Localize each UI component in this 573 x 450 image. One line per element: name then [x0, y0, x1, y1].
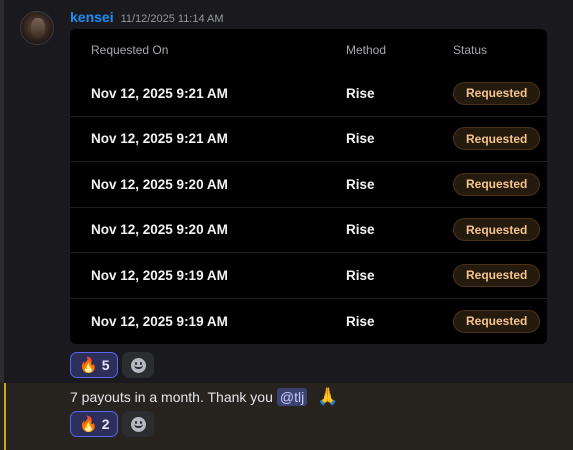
message-body: 7 payouts in a month. Thank you: [70, 389, 273, 405]
row-date: Nov 12, 2025 9:19 AM: [91, 313, 228, 329]
status-badge: Requested: [453, 81, 541, 105]
header-requested-on: Requested On: [91, 43, 169, 57]
row-date: Nov 12, 2025 9:20 AM: [91, 222, 228, 238]
reaction-bar: 🔥 2: [70, 411, 155, 437]
row-method: Rise: [346, 176, 375, 192]
reaction-bar: 🔥 5: [70, 352, 155, 378]
header-method: Method: [346, 43, 387, 57]
mention-highlight-bar: [4, 383, 6, 450]
table-row: Nov 12, 2025 9:20 AM Rise Requested: [70, 162, 547, 208]
timestamp: 11/12/2025 11:14 AM: [120, 13, 224, 25]
row-date: Nov 12, 2025 9:19 AM: [91, 267, 228, 283]
username[interactable]: kensei: [70, 9, 114, 25]
status-badge: Requested: [453, 172, 541, 196]
avatar-face: [31, 18, 45, 38]
table-header: Requested On Method Status: [70, 29, 547, 71]
fire-reaction[interactable]: 🔥 2: [70, 411, 119, 437]
row-date: Nov 12, 2025 9:21 AM: [91, 131, 228, 147]
message-text: 7 payouts in a month. Thank you @tlj 🙏: [70, 387, 338, 407]
fire-reaction[interactable]: 🔥 5: [70, 352, 119, 378]
status-badge: Requested: [453, 127, 541, 151]
row-method: Rise: [346, 131, 375, 147]
user-mention[interactable]: @tlj: [276, 388, 308, 406]
add-reaction-icon: [130, 416, 146, 432]
row-method: Rise: [346, 85, 375, 101]
table-row: Nov 12, 2025 9:21 AM Rise Requested: [70, 71, 547, 117]
row-date: Nov 12, 2025 9:20 AM: [91, 176, 228, 192]
message-header: kensei 11/12/2025 11:14 AM: [70, 9, 224, 25]
header-status: Status: [453, 43, 488, 57]
status-badge: Requested: [453, 218, 541, 242]
row-method: Rise: [346, 267, 375, 283]
fire-emoji: 🔥: [79, 415, 98, 433]
row-method: Rise: [346, 222, 375, 238]
row-method: Rise: [346, 313, 375, 329]
status-badge: Requested: [453, 263, 541, 287]
row-date: Nov 12, 2025 9:21 AM: [91, 85, 228, 101]
status-badge: Requested: [453, 309, 541, 333]
table-row: Nov 12, 2025 9:19 AM Rise Requested: [70, 299, 547, 345]
table-row: Nov 12, 2025 9:20 AM Rise Requested: [70, 208, 547, 253]
table-row: Nov 12, 2025 9:19 AM Rise Requested: [70, 253, 547, 299]
reaction-count: 5: [101, 357, 110, 373]
table-row: Nov 12, 2025 9:21 AM Rise Requested: [70, 117, 547, 162]
reaction-count: 2: [101, 416, 110, 432]
payout-table: Requested On Method Status Nov 12, 2025 …: [70, 29, 547, 344]
pray-emoji: 🙏: [317, 387, 339, 406]
avatar[interactable]: [20, 11, 54, 45]
add-reaction-icon: [130, 357, 146, 373]
add-reaction-button[interactable]: [122, 352, 155, 378]
fire-emoji: 🔥: [79, 356, 98, 374]
add-reaction-button[interactable]: [122, 411, 155, 437]
